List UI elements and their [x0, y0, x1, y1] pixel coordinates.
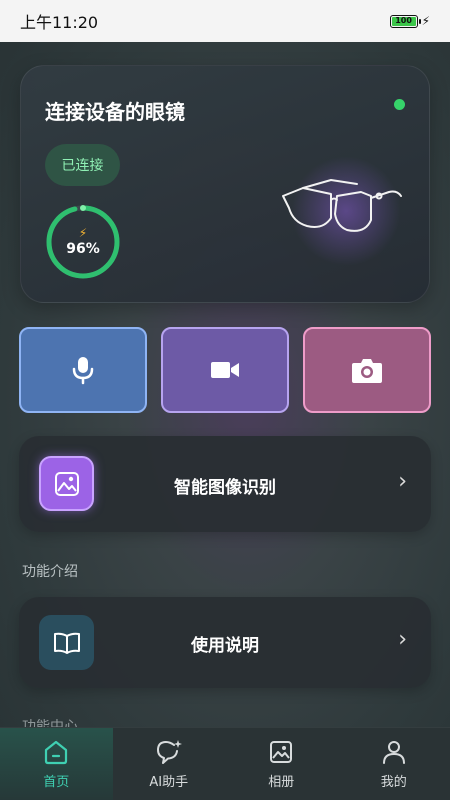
ai-chat-icon [156, 739, 182, 764]
gallery-icon [270, 740, 293, 763]
chevron-right-icon: › [398, 627, 407, 652]
user-manual-card[interactable]: 使用说明 › [19, 597, 431, 688]
home-icon [45, 740, 68, 764]
camera-icon [352, 359, 382, 383]
voice-record-button[interactable] [19, 327, 147, 413]
battery-gauge-label: ⚡ 96% [45, 204, 121, 280]
user-manual-label: 使用说明 [191, 636, 259, 656]
microphone-icon [72, 357, 94, 385]
battery-level: 100 [391, 16, 416, 26]
smart-glasses-icon [282, 179, 402, 232]
tab-ai-assistant[interactable]: AI助手 [113, 728, 226, 800]
video-record-button[interactable] [161, 327, 289, 413]
image-recognition-card[interactable]: 智能图像识别 › [19, 436, 431, 532]
battery-indicator: 100 ⚡ [389, 14, 430, 28]
tab-home[interactable]: 首页 [0, 728, 113, 800]
tab-gallery[interactable]: 相册 [225, 728, 338, 800]
chevron-right-icon: › [398, 469, 407, 494]
tab-profile-label: 我的 [380, 774, 407, 790]
online-status-dot [394, 99, 405, 110]
status-bar: 上午11:20 100 ⚡ [0, 0, 450, 42]
tab-home-label: 首页 [43, 774, 70, 790]
profile-icon [382, 740, 405, 764]
device-card[interactable]: 连接设备的眼镜 已连接 ⚡ 96% [20, 65, 430, 303]
battery-icon: 100 [389, 14, 421, 28]
image-recognition-label: 智能图像识别 [174, 478, 276, 498]
video-camera-icon [211, 362, 239, 378]
connection-status-badge: 已连接 [45, 144, 120, 186]
bolt-icon: ⚡ [78, 226, 88, 240]
bottom-tab-bar: 首页 AI助手 相册 我的 [0, 727, 450, 800]
section-title-intro: 功能介绍 [22, 564, 78, 580]
tab-ai-label: AI助手 [149, 774, 189, 790]
tab-gallery-label: 相册 [268, 774, 295, 790]
battery-percentage: 96% [66, 241, 100, 257]
charging-icon: ⚡ [421, 14, 430, 28]
status-time: 上午11:20 [20, 13, 99, 32]
device-title: 连接设备的眼镜 [45, 100, 185, 124]
tab-profile[interactable]: 我的 [338, 728, 450, 800]
take-photo-button[interactable] [303, 327, 431, 413]
